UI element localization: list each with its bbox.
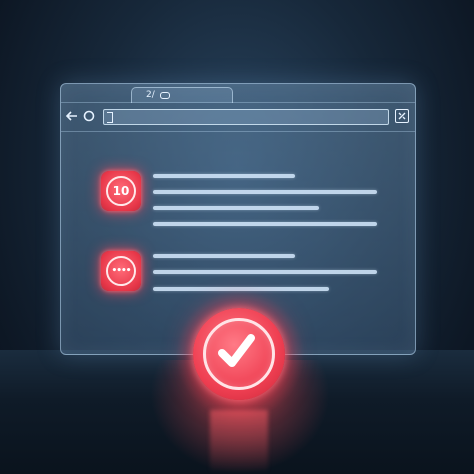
address-bar	[61, 103, 415, 132]
checkmark-ring	[203, 318, 275, 390]
badge-number: 10	[106, 176, 136, 206]
number-badge-icon[interactable]: 10	[101, 171, 141, 211]
reload-icon[interactable]	[81, 108, 97, 124]
badge-reflection	[210, 410, 268, 474]
browser-tab[interactable]: 2/	[131, 87, 233, 103]
url-cursor-icon	[107, 112, 113, 123]
back-arrow-icon[interactable]	[64, 108, 80, 124]
checkmark-icon	[218, 334, 255, 367]
text-line	[153, 222, 377, 226]
extension-icon[interactable]	[395, 109, 409, 123]
text-line	[153, 206, 319, 210]
title-bar: 2/	[61, 84, 415, 103]
text-line	[153, 270, 377, 274]
badge-dots: ••••	[106, 256, 136, 286]
text-line	[153, 254, 295, 258]
link-icon	[160, 92, 170, 99]
success-badge	[193, 308, 285, 400]
more-dots-icon[interactable]: ••••	[101, 251, 141, 291]
text-line	[153, 174, 295, 178]
tab-label: 2/	[146, 90, 155, 100]
text-line	[153, 190, 377, 194]
url-input[interactable]	[103, 109, 389, 125]
